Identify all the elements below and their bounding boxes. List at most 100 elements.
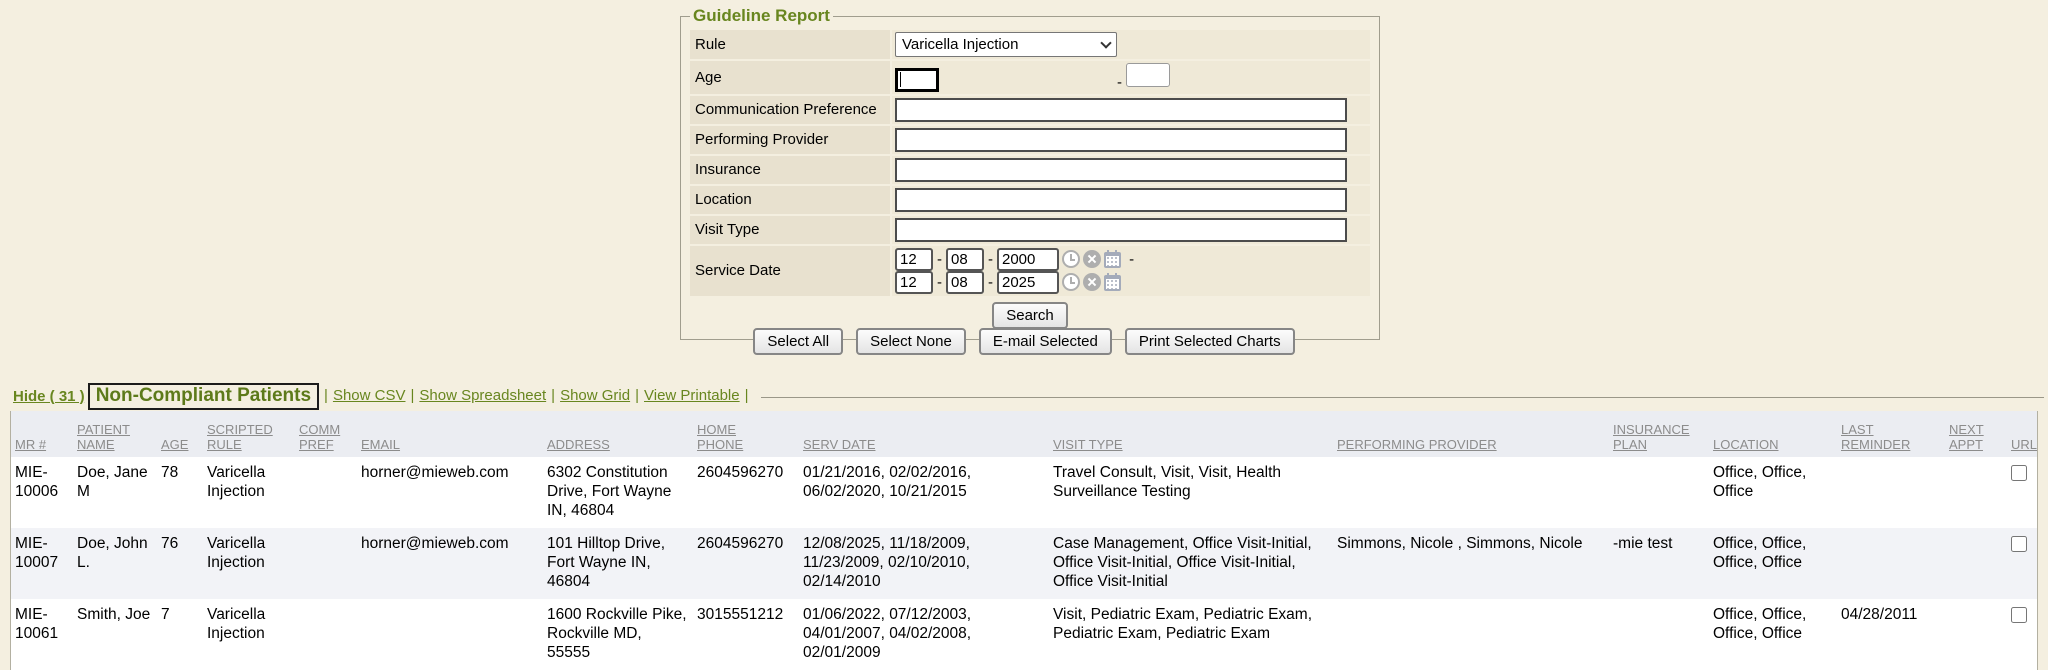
cell-performing-provider: Simmons, Nicole , Simmons, Nicole [1333, 528, 1609, 599]
search-button[interactable]: Search [992, 302, 1068, 329]
location-label: Location [690, 186, 890, 214]
show-spreadsheet-link[interactable]: Show Spreadsheet [419, 387, 546, 404]
cell-home-phone: 2604596270 [693, 528, 799, 599]
cell-insurance-plan: -mie test [1609, 528, 1709, 599]
link-separator: | [635, 387, 639, 404]
cell-last-reminder [1837, 528, 1945, 599]
service-date-from-month-input[interactable] [895, 248, 933, 271]
age-row: Age - [690, 61, 1370, 94]
fieldset-top-border-line [761, 397, 2044, 398]
insurance-input[interactable] [895, 158, 1347, 182]
clock-now-icon[interactable] [1062, 250, 1080, 268]
chevron-down-icon [1100, 37, 1111, 48]
service-date-from-day-input[interactable] [946, 248, 984, 271]
service-date-from: -- [895, 248, 1121, 271]
column-header-mr-[interactable]: MR # [11, 411, 73, 457]
column-header-url[interactable]: URL [2007, 411, 2037, 457]
service-date-to-day-input[interactable] [946, 271, 984, 294]
link-separator: | [324, 387, 328, 404]
cell-address: 6302 Constitution Drive, Fort Wayne IN, … [543, 457, 693, 528]
communication-preference-input[interactable] [895, 98, 1347, 122]
cell-scripted-rule: Varicella Injection [203, 599, 295, 670]
age-range-separator: - [1117, 74, 1122, 91]
cell-url [2007, 528, 2037, 599]
row-select-checkbox[interactable] [2011, 607, 2027, 623]
calendar-icon[interactable] [1104, 252, 1121, 268]
cell-age: 76 [157, 528, 203, 599]
cell-home-phone: 3015551212 [693, 599, 799, 670]
insurance-label: Insurance [690, 156, 890, 184]
hide-results-link[interactable]: Hide ( 31 ) [13, 388, 85, 405]
location-input[interactable] [895, 188, 1347, 212]
row-select-checkbox[interactable] [2011, 465, 2027, 481]
selection-actions: Select All Select None E-mail Selected P… [0, 328, 2048, 355]
column-header-next-appt[interactable]: NEXT APPT [1945, 411, 2007, 457]
column-header-last-reminder[interactable]: LAST REMINDER [1837, 411, 1945, 457]
rule-select-value: Varicella Injection [902, 36, 1018, 53]
cell-mr-: MIE-10061 [11, 599, 73, 670]
calendar-icon[interactable] [1104, 275, 1121, 291]
column-header-age[interactable]: AGE [157, 411, 203, 457]
link-separator: | [551, 387, 555, 404]
clock-now-icon[interactable] [1062, 273, 1080, 291]
cell-patient-name: Doe, John L. [73, 528, 157, 599]
report-links: |Show CSV|Show Spreadsheet|Show Grid|Vie… [319, 387, 754, 405]
service-date-to: -- [895, 271, 1121, 294]
service-date-to-month-input[interactable] [895, 271, 933, 294]
column-header-performing-provider[interactable]: PERFORMING PROVIDER [1333, 411, 1609, 457]
insurance-row: Insurance [690, 156, 1370, 184]
column-header-email[interactable]: EMAIL [357, 411, 543, 457]
cell-insurance-plan [1609, 599, 1709, 670]
select-all-button[interactable]: Select All [753, 328, 843, 355]
column-header-insurance-plan[interactable]: INSURANCE PLAN [1609, 411, 1709, 457]
cell-location: Office, Office, Office [1709, 457, 1837, 528]
column-header-serv-date[interactable]: SERV DATE [799, 411, 1049, 457]
rule-select[interactable]: Varicella Injection [895, 32, 1117, 57]
column-header-home-phone[interactable]: HOME PHONE [693, 411, 799, 457]
link-separator: | [745, 387, 749, 404]
cell-scripted-rule: Varicella Injection [203, 457, 295, 528]
visit-type-input[interactable] [895, 218, 1347, 242]
report-title-box: Non-Compliant Patients [88, 383, 319, 410]
column-header-visit-type[interactable]: VISIT TYPE [1049, 411, 1333, 457]
non-compliant-patients-section: Hide ( 31 ) Non-Compliant Patients |Show… [0, 381, 2048, 670]
email-selected-button[interactable]: E-mail Selected [979, 328, 1112, 355]
column-header-location[interactable]: LOCATION [1709, 411, 1837, 457]
report-table-header-row: MR #PATIENT NAMEAGESCRIPTED RULECOMM PRE… [11, 411, 2037, 457]
report-title: Non-Compliant Patients [96, 385, 311, 406]
cell-last-reminder [1837, 457, 1945, 528]
view-printable-link[interactable]: View Printable [644, 387, 740, 404]
cell-url [2007, 457, 2037, 528]
cell-next-appt [1945, 457, 2007, 528]
column-header-patient-name[interactable]: PATIENT NAME [73, 411, 157, 457]
age-label: Age [690, 61, 890, 94]
patient-row: MIE-10061Smith, Joe7Varicella Injection1… [11, 599, 2037, 670]
cell-scripted-rule: Varicella Injection [203, 528, 295, 599]
cell-mr-: MIE-10007 [11, 528, 73, 599]
column-header-comm-pref[interactable]: COMM PREF [295, 411, 357, 457]
row-select-checkbox[interactable] [2011, 536, 2027, 552]
cell-age: 7 [157, 599, 203, 670]
service-date-to-year-input[interactable] [997, 271, 1059, 294]
visit-type-row: Visit Type [690, 216, 1370, 244]
location-row: Location [690, 186, 1370, 214]
clear-date-icon[interactable] [1083, 250, 1101, 268]
link-separator: | [410, 387, 414, 404]
column-header-scripted-rule[interactable]: SCRIPTED RULE [203, 411, 295, 457]
service-date-from-year-input[interactable] [997, 248, 1059, 271]
column-header-address[interactable]: ADDRESS [543, 411, 693, 457]
age-to-input[interactable] [1126, 63, 1170, 87]
age-from-input[interactable] [895, 68, 939, 92]
report-table-wrap: MR #PATIENT NAMEAGESCRIPTED RULECOMM PRE… [10, 411, 2038, 670]
show-csv-link[interactable]: Show CSV [333, 387, 406, 404]
patient-row: MIE-10006Doe, Jane M78Varicella Injectio… [11, 457, 2037, 528]
select-none-button[interactable]: Select None [856, 328, 966, 355]
performing-provider-input[interactable] [895, 128, 1347, 152]
clear-date-icon[interactable] [1083, 273, 1101, 291]
print-selected-charts-button[interactable]: Print Selected Charts [1125, 328, 1295, 355]
cell-comm-pref [295, 528, 357, 599]
cell-next-appt [1945, 599, 2007, 670]
cell-visit-type: Visit, Pediatric Exam, Pediatric Exam, P… [1049, 599, 1333, 670]
cell-serv-date: 01/06/2022, 07/12/2003, 04/01/2007, 04/0… [799, 599, 1049, 670]
show-grid-link[interactable]: Show Grid [560, 387, 630, 404]
